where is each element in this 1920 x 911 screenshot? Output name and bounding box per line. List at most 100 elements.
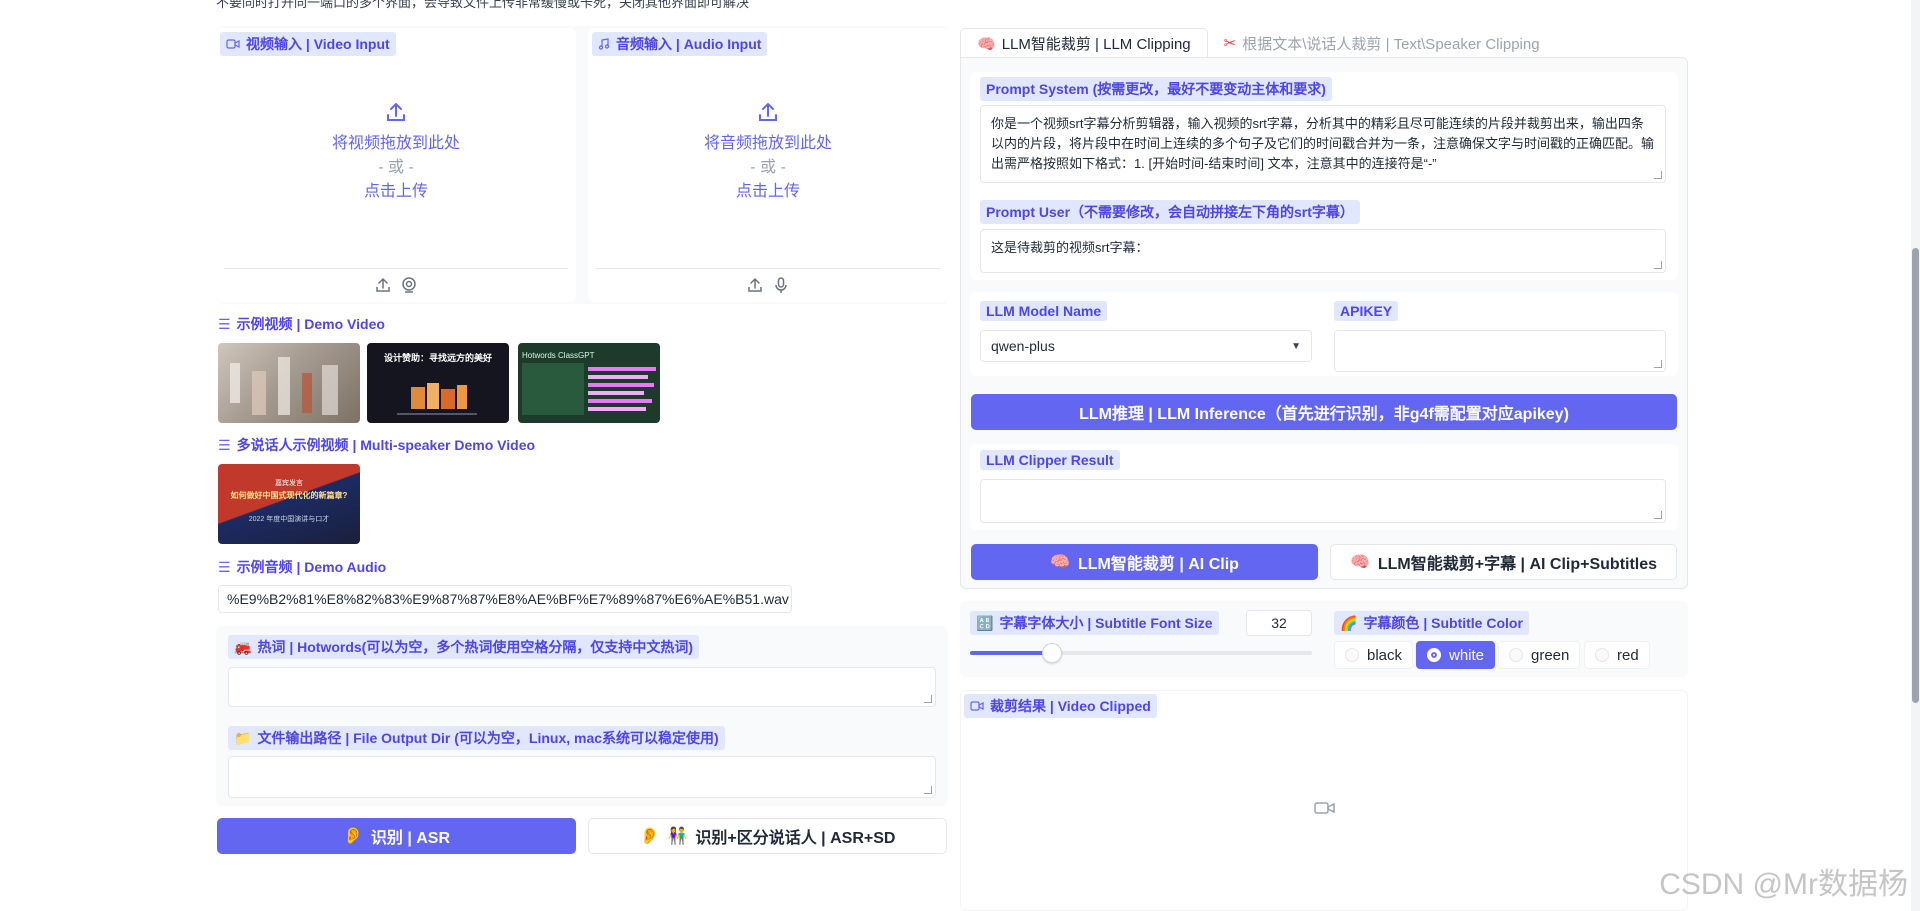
demo-audio-file[interactable]: %E9%B2%81%E8%82%83%E9%87%87%E8%AE%BF%E7%…: [218, 585, 792, 613]
audio-input-label-text: 音频输入 | Audio Input: [616, 36, 762, 52]
ai-clip-subtitles-button[interactable]: 🧠 LLM智能裁剪+字幕 | AI Clip+Subtitles: [1330, 544, 1677, 580]
tab-llm-clipping[interactable]: 🧠 LLM智能裁剪 | LLM Clipping: [960, 28, 1208, 58]
video-input-label: 视频输入 | Video Input: [220, 32, 396, 56]
microphone-icon[interactable]: [772, 276, 790, 294]
multi-speaker-demo-label-text: 多说话人示例视频 | Multi-speaker Demo Video: [236, 437, 536, 453]
audio-drop-zone[interactable]: 将音频拖放到此处 - 或 - 点击上传: [588, 100, 948, 204]
video-clipped-label: 裁剪结果 | Video Clipped: [964, 694, 1157, 718]
video-clipped-label-text: 裁剪结果 | Video Clipped: [990, 698, 1151, 714]
subtitle-font-label-text: 字幕字体大小 | Subtitle Font Size: [999, 615, 1213, 631]
llm-model-label: LLM Model Name: [980, 301, 1108, 321]
radio-dot: [1345, 648, 1359, 662]
tab-text-speaker-clipping[interactable]: ✂ 根据文本\说话人裁剪 | Text\Speaker Clipping: [1208, 28, 1556, 58]
prompt-user-input[interactable]: 这是待裁剪的视频srt字幕：: [980, 229, 1666, 273]
notice-text: 不要同时打开同一端口的多个界面，会导致文件上传非常缓慢或卡死，关闭其他界面即可解…: [216, 0, 750, 10]
page-scrollbar[interactable]: [1911, 0, 1920, 911]
tab-text-speaker-clipping-label: 根据文本\说话人裁剪 | Text\Speaker Clipping: [1242, 35, 1540, 53]
asr-button-label: 识别 | ASR: [370, 830, 451, 847]
upload-icon: [387, 103, 405, 121]
video-drop-zone[interactable]: 将视频拖放到此处 - 或 - 点击上传: [216, 100, 576, 204]
radio-dot: [1595, 648, 1609, 662]
video-source-tools: [216, 276, 576, 294]
video-input-box[interactable]: 视频输入 | Video Input 将视频拖放到此处 - 或 - 点击上传: [216, 28, 576, 302]
llm-inference-button-label: LLM推理 | LLM Inference（首先进行识别，非g4f需配置对应ap…: [1079, 406, 1569, 423]
ai-clip-button[interactable]: 🧠 LLM智能裁剪 | AI Clip: [971, 544, 1318, 580]
prompt-system-input[interactable]: 你是一个视频srt字幕分析剪辑器，输入视频的srt字幕，分析其中的精彩且尽可能连…: [980, 105, 1666, 183]
list-icon: ☰: [218, 315, 231, 332]
audio-click-text[interactable]: 点击上传: [588, 180, 948, 204]
subtitle-font-label: 🔠 字幕字体大小 | Subtitle Font Size: [970, 611, 1219, 635]
resize-grip[interactable]: [1654, 360, 1662, 368]
asr-button[interactable]: 👂 识别 | ASR: [217, 818, 576, 854]
demo-video-thumb-3[interactable]: Hotwords ClassGPT: [518, 343, 660, 423]
llm-result-label: LLM Clipper Result: [980, 450, 1120, 470]
tab-bar: 🧠 LLM智能裁剪 | LLM Clipping ✂ 根据文本\说话人裁剪 | …: [960, 28, 1556, 58]
brain-icon: 🧠: [1349, 554, 1370, 571]
audio-input-label: 音频输入 | Audio Input: [592, 32, 768, 56]
apikey-input[interactable]: [1334, 330, 1666, 372]
upload-source-icon[interactable]: [374, 276, 392, 294]
demo-audio-label-text: 示例音频 | Demo Audio: [236, 559, 387, 575]
slider-thumb[interactable]: [1042, 643, 1063, 663]
ear-icon: 👂: [639, 828, 660, 845]
color-radio-red[interactable]: red: [1584, 641, 1650, 669]
resize-grip[interactable]: [1654, 171, 1662, 179]
subtitle-font-slider[interactable]: [970, 643, 1312, 663]
multi-speaker-thumb[interactable]: 嘉宾发言 如何做好中国式现代化的新篇章? 2022 年度中国演讲与口才: [218, 464, 360, 544]
prompt-system-label: Prompt System (按需更改，最好不要变动主体和要求): [980, 77, 1332, 101]
slider-fill: [970, 651, 1053, 655]
music-note-icon: [598, 38, 610, 50]
color-option-label: red: [1617, 646, 1639, 664]
prompt-user-label: Prompt User（不需要修改，会自动拼接左下角的srt字幕）: [980, 200, 1360, 224]
llm-model-label-text: LLM Model Name: [986, 303, 1102, 319]
subtitle-color-label-text: 字幕颜色 | Subtitle Color: [1363, 615, 1523, 631]
subtitle-font-number[interactable]: 32: [1246, 610, 1312, 636]
upload-source-icon[interactable]: [746, 276, 764, 294]
video-camera-icon: [1314, 802, 1335, 814]
demo-audio-label: ☰ 示例音频 | Demo Audio: [218, 557, 386, 577]
color-radio-green[interactable]: green: [1498, 641, 1581, 669]
apikey-label: APIKEY: [1334, 301, 1399, 321]
llm-result-output[interactable]: [980, 479, 1666, 523]
radio-dot: [1427, 648, 1441, 662]
color-option-label: black: [1367, 646, 1403, 664]
thumb-line-3: 2022 年度中国演讲与口才: [248, 516, 330, 523]
prompt-user-label-text: Prompt User（不需要修改，会自动拼接左下角的srt字幕）: [986, 204, 1354, 220]
hotwords-label-text: 热词 | Hotwords(可以为空，多个热词使用空格分隔，仅支持中文热词): [257, 639, 694, 655]
list-icon: ☰: [218, 558, 231, 575]
video-click-text[interactable]: 点击上传: [216, 180, 576, 204]
scrollbar-thumb[interactable]: [1912, 248, 1919, 703]
watermark: CSDN @Mr数据杨: [1659, 868, 1908, 901]
output-dir-input[interactable]: [228, 756, 936, 798]
webcam-icon[interactable]: [400, 276, 418, 294]
video-icon: [226, 39, 240, 49]
subtitle-color-label: 🌈 字幕颜色 | Subtitle Color: [1334, 611, 1529, 635]
video-icon: [970, 701, 984, 711]
llm-model-select[interactable]: qwen-plus ▼: [980, 330, 1312, 362]
caret-down-icon: ▼: [1291, 340, 1301, 352]
resize-grip[interactable]: [1654, 261, 1662, 269]
divider: [224, 268, 568, 269]
color-radio-white[interactable]: white: [1416, 641, 1496, 669]
color-option-label: white: [1449, 646, 1485, 664]
prompt-user-value: 这是待裁剪的视频srt字幕：: [991, 240, 1149, 255]
prompt-system-value: 你是一个视频srt字幕分析剪辑器，输入视频的srt字幕，分析其中的精彩且尽可能连…: [991, 116, 1655, 171]
audio-drop-text: 将音频拖放到此处: [703, 135, 832, 152]
resize-grip[interactable]: [924, 786, 932, 794]
demo-video-thumb-2[interactable]: 设计赞助：寻找远方的美好: [367, 343, 509, 423]
video-placeholder-icon: [1314, 800, 1336, 819]
output-dir-label: 📁 文件输出路径 | File Output Dir (可以为空，Linux, …: [228, 726, 725, 750]
prompt-system-label-text: Prompt System (按需更改，最好不要变动主体和要求): [986, 81, 1326, 97]
hotwords-input[interactable]: [228, 667, 936, 707]
audio-or-text: - 或 -: [750, 159, 786, 176]
audio-input-box[interactable]: 音频输入 | Audio Input 将音频拖放到此处 - 或 - 点击上传: [588, 28, 948, 302]
thumb-scene-bars: [522, 363, 656, 415]
brain-icon: 🧠: [977, 35, 996, 53]
color-radio-black[interactable]: black: [1334, 641, 1414, 669]
asr-sd-button[interactable]: 👂 👫 识别+区分说话人 | ASR+SD: [588, 818, 947, 854]
demo-video-thumb-1[interactable]: [218, 343, 360, 423]
thumb-line-1: 嘉宾发言: [275, 480, 303, 487]
resize-grip[interactable]: [924, 695, 932, 703]
llm-inference-button[interactable]: LLM推理 | LLM Inference（首先进行识别，非g4f需配置对应ap…: [971, 394, 1677, 430]
resize-grip[interactable]: [1654, 511, 1662, 519]
